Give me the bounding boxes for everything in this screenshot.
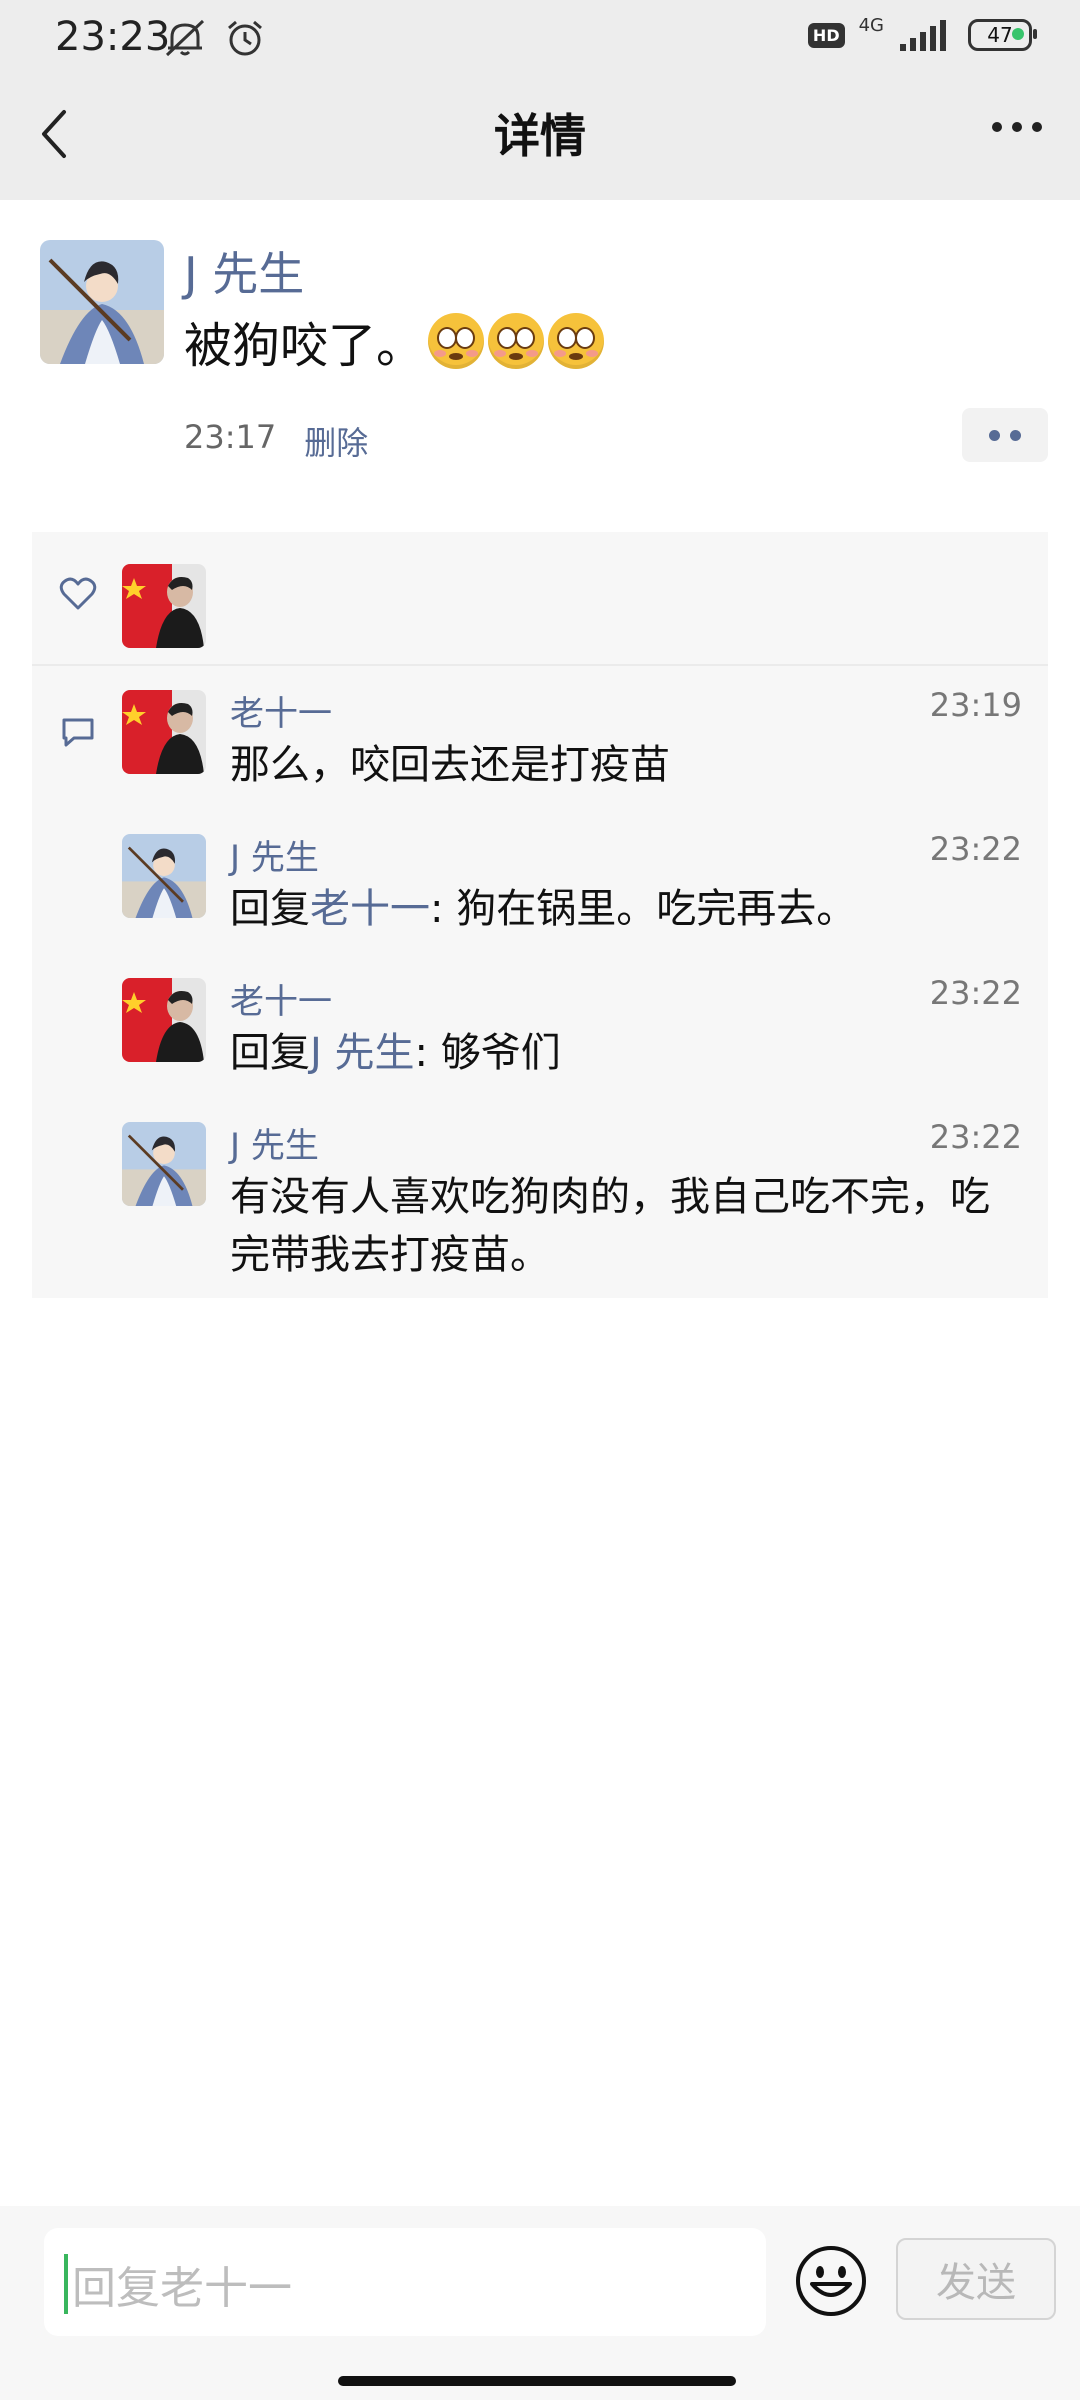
portrait-avatar-image	[122, 834, 206, 918]
post-content: 被狗咬了。	[184, 306, 605, 376]
comment-body: 够爷们	[440, 1030, 561, 1076]
flag-avatar-image	[122, 564, 206, 648]
post-text: 被狗咬了。	[184, 318, 425, 374]
alarm-icon	[228, 20, 262, 56]
commenter-name[interactable]: J 先生	[230, 830, 319, 879]
reply-separator: :	[430, 886, 457, 932]
mute-bell-icon	[165, 19, 205, 57]
reply-input[interactable]: 回复老十一	[44, 2228, 766, 2336]
reply-target[interactable]: 老十一	[310, 886, 430, 932]
commenter-avatar[interactable]	[122, 978, 206, 1062]
reply-bar: 回复老十一 发送	[0, 2206, 1080, 2400]
charging-dot	[1012, 28, 1024, 40]
commenter-name[interactable]: J 先生	[230, 1118, 319, 1167]
commenter-avatar[interactable]	[122, 690, 206, 774]
comments-panel: 老十一 23:19 那么，咬回去还是打疫苗 J 先生 23:22 回复老十一: …	[32, 666, 1048, 1298]
flushed-face-emoji	[428, 313, 485, 369]
flag-avatar-image	[122, 690, 206, 774]
reply-prefix: 回复	[230, 886, 310, 932]
author-avatar[interactable]	[40, 240, 164, 364]
top-bar: 23:23 HD 4G 47 详情	[0, 0, 1080, 200]
portrait-avatar-image	[122, 1122, 206, 1206]
like-avatar[interactable]	[122, 564, 206, 648]
send-button[interactable]: 发送	[896, 2238, 1056, 2320]
reply-target[interactable]: J 先生	[310, 1030, 415, 1076]
post-meta: 23:17 删除	[184, 418, 368, 464]
post-author-name[interactable]: J 先生	[184, 238, 304, 304]
status-icons-left	[162, 18, 266, 58]
comment-time: 23:22	[929, 974, 1022, 1012]
comment-text: 那么，咬回去还是打疫苗	[230, 736, 1020, 794]
comment-body: 有没有人喜欢吃狗肉的，我自己吃不完，吃完带我去打疫苗。	[230, 1174, 990, 1278]
comment-icon	[62, 718, 94, 747]
heart-icon	[59, 577, 97, 610]
comment-text: 有没有人喜欢吃狗肉的，我自己吃不完，吃完带我去打疫苗。	[230, 1168, 1020, 1284]
post-time: 23:17	[184, 418, 277, 456]
reply-separator: :	[414, 1030, 441, 1076]
reply-placeholder: 回复老十一	[72, 2263, 292, 2314]
comment-body: 那么，咬回去还是打疫苗	[230, 742, 670, 788]
likes-panel	[32, 532, 1048, 666]
flushed-face-emoji	[548, 313, 605, 369]
commenter-avatar[interactable]	[122, 1122, 206, 1206]
post-action-button[interactable]	[962, 408, 1048, 462]
reply-prefix: 回复	[230, 1030, 310, 1076]
comment-body: 狗在锅里。吃完再去。	[456, 886, 857, 932]
comment-text: 回复J 先生: 够爷们	[230, 1024, 1020, 1082]
signal-icon	[900, 20, 946, 51]
battery-icon: 47	[968, 19, 1037, 51]
battery-tip	[1033, 29, 1037, 39]
comment-time: 23:22	[929, 830, 1022, 868]
page-title: 详情	[494, 109, 586, 163]
status-right: HD 4G 47	[807, 14, 1037, 52]
comment-time: 23:19	[929, 686, 1022, 724]
more-dots-icon[interactable]	[992, 122, 1042, 132]
hd-badge: HD	[807, 22, 845, 48]
smiley-icon[interactable]	[794, 2244, 868, 2318]
network-label: 4G	[858, 14, 884, 36]
text-caret	[64, 2254, 68, 2314]
home-indicator[interactable]	[338, 2376, 736, 2386]
portrait-avatar-image	[40, 240, 164, 364]
commenter-name[interactable]: 老十一	[230, 686, 332, 735]
status-time: 23:23	[55, 14, 171, 60]
commenter-name[interactable]: 老十一	[230, 974, 332, 1023]
flushed-face-emoji	[488, 313, 545, 369]
comment-time: 23:22	[929, 1118, 1022, 1156]
battery-level: 47	[987, 23, 1013, 47]
delete-link[interactable]: 删除	[304, 418, 368, 464]
commenter-avatar[interactable]	[122, 834, 206, 918]
flag-avatar-image	[122, 978, 206, 1062]
comment-text: 回复老十一: 狗在锅里。吃完再去。	[230, 880, 1020, 938]
